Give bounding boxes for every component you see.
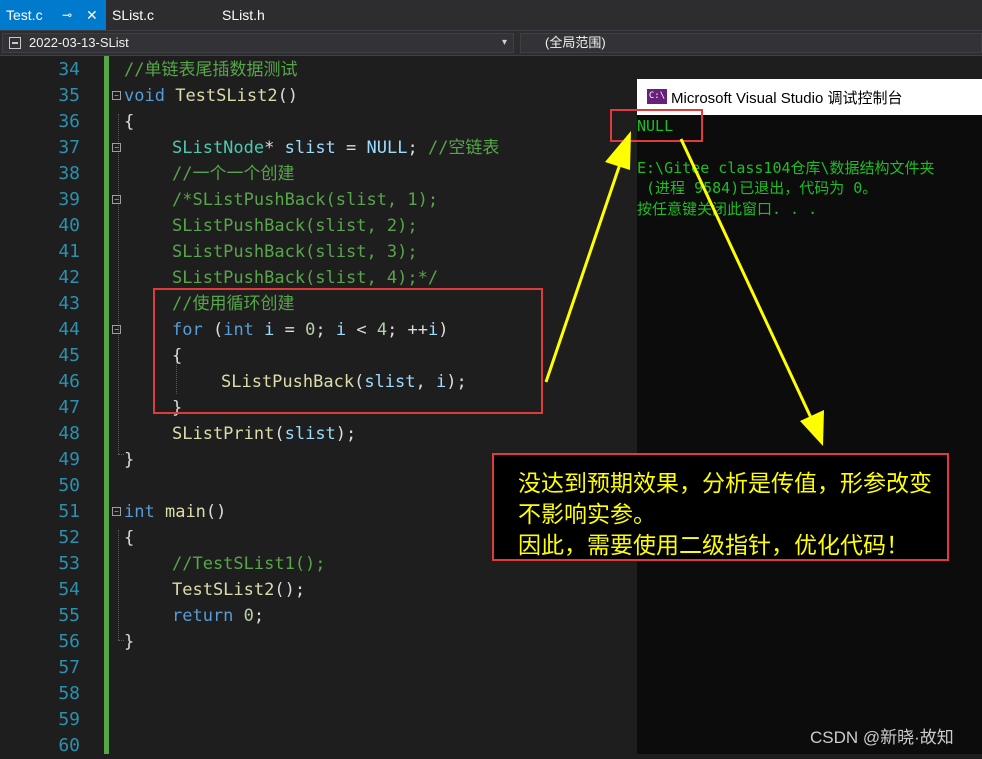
- callout-text: 不影响实参。: [518, 501, 656, 527]
- annotation-callout: 没达到预期效果，分析是传值，形参改变 不影响实参。 因此，需要使用二级指针，优化…: [492, 453, 949, 561]
- arrow-to-null-line: [544, 163, 622, 383]
- arrow-head-icon: [800, 410, 824, 446]
- annotation-arrows: [544, 131, 824, 446]
- watermark: CSDN @新晓·故知: [810, 728, 954, 747]
- arrow-head-icon: [605, 131, 631, 170]
- callout-text: 没达到预期效果，分析是传值，形参改变: [518, 470, 932, 496]
- callout-text: 因此，需要使用二级指针，优化代码！: [518, 532, 909, 558]
- arrow-to-callout-line: [679, 138, 814, 421]
